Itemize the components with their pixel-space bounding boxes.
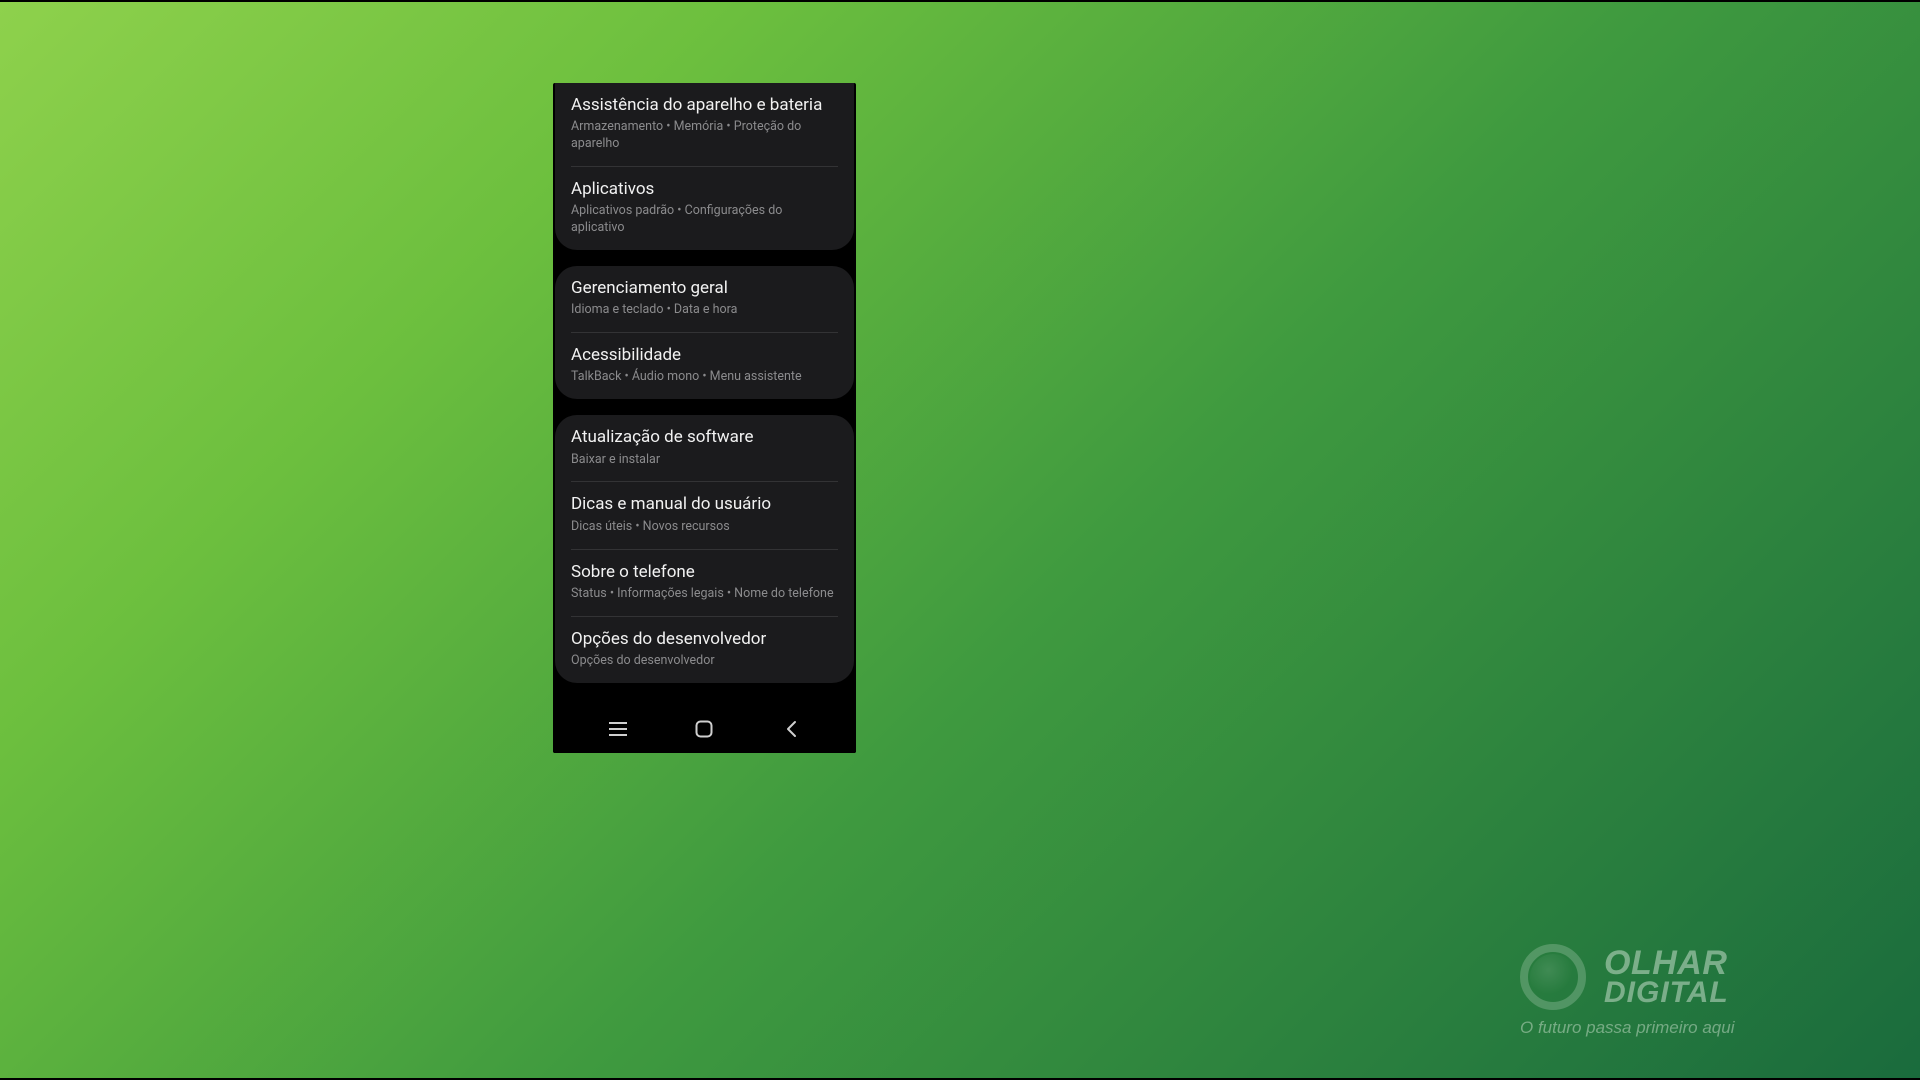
settings-item-device-care[interactable]: Assistência do aparelho e bateria Armaze… [571,83,838,166]
gradient-background [0,0,1920,1080]
settings-item-subtitle: Dicas úteis • Novos recursos [571,519,838,536]
home-icon [695,720,713,738]
settings-item-title: Assistência do aparelho e bateria [571,95,838,116]
settings-item-title: Acessibilidade [571,345,838,366]
settings-item-subtitle: Opções do desenvolvedor [571,653,838,670]
olhar-digital-watermark: OLHAR DIGITAL O futuro passa primeiro aq… [1520,944,1860,1038]
recents-icon [609,722,627,736]
settings-item-subtitle: TalkBack • Áudio mono • Menu assistente [571,369,838,386]
settings-item-developer-options[interactable]: Opções do desenvolvedor Opções do desenv… [571,616,838,683]
settings-item-title: Sobre o telefone [571,562,838,583]
settings-item-about-phone[interactable]: Sobre o telefone Status • Informações le… [571,549,838,616]
settings-item-title: Aplicativos [571,179,838,200]
olhar-digital-logo-icon [1520,944,1586,1010]
back-icon [784,720,798,738]
settings-item-title: Gerenciamento geral [571,278,838,299]
nav-recents-button[interactable] [597,708,639,750]
watermark-line1: OLHAR [1604,947,1729,979]
settings-item-software-update[interactable]: Atualização de software Baixar e instala… [571,415,838,481]
olhar-digital-wordmark: OLHAR DIGITAL [1604,947,1729,1008]
settings-item-accessibility[interactable]: Acessibilidade TalkBack • Áudio mono • M… [571,332,838,399]
phone-settings-screenshot: Assistência do aparelho e bateria Armaze… [553,83,856,753]
watermark-tagline: O futuro passa primeiro aqui [1520,1018,1860,1038]
nav-back-button[interactable] [770,708,812,750]
settings-group: Assistência do aparelho e bateria Armaze… [555,83,854,250]
settings-item-subtitle: Baixar e instalar [571,452,838,469]
letterbox-top [0,0,1920,2]
watermark-line2: DIGITAL [1604,979,1729,1008]
settings-item-title: Atualização de software [571,427,838,448]
settings-item-subtitle: Status • Informações legais • Nome do te… [571,586,838,603]
settings-item-title: Opções do desenvolvedor [571,629,838,650]
slide-frame: Assistência do aparelho e bateria Armaze… [0,0,1920,1080]
settings-item-subtitle: Armazenamento • Memória • Proteção do ap… [571,119,838,153]
settings-item-general[interactable]: Gerenciamento geral Idioma e teclado • D… [571,266,838,332]
settings-item-subtitle: Aplicativos padrão • Configurações do ap… [571,203,838,237]
settings-group: Atualização de software Baixar e instala… [555,415,854,683]
settings-list[interactable]: Assistência do aparelho e bateria Armaze… [553,83,856,705]
settings-item-subtitle: Idioma e teclado • Data e hora [571,302,838,319]
android-navbar [553,705,856,753]
settings-group: Gerenciamento geral Idioma e teclado • D… [555,266,854,399]
settings-item-title: Dicas e manual do usuário [571,494,838,515]
nav-home-button[interactable] [683,708,725,750]
settings-item-apps[interactable]: Aplicativos Aplicativos padrão • Configu… [571,166,838,250]
settings-item-tips[interactable]: Dicas e manual do usuário Dicas úteis • … [571,481,838,548]
